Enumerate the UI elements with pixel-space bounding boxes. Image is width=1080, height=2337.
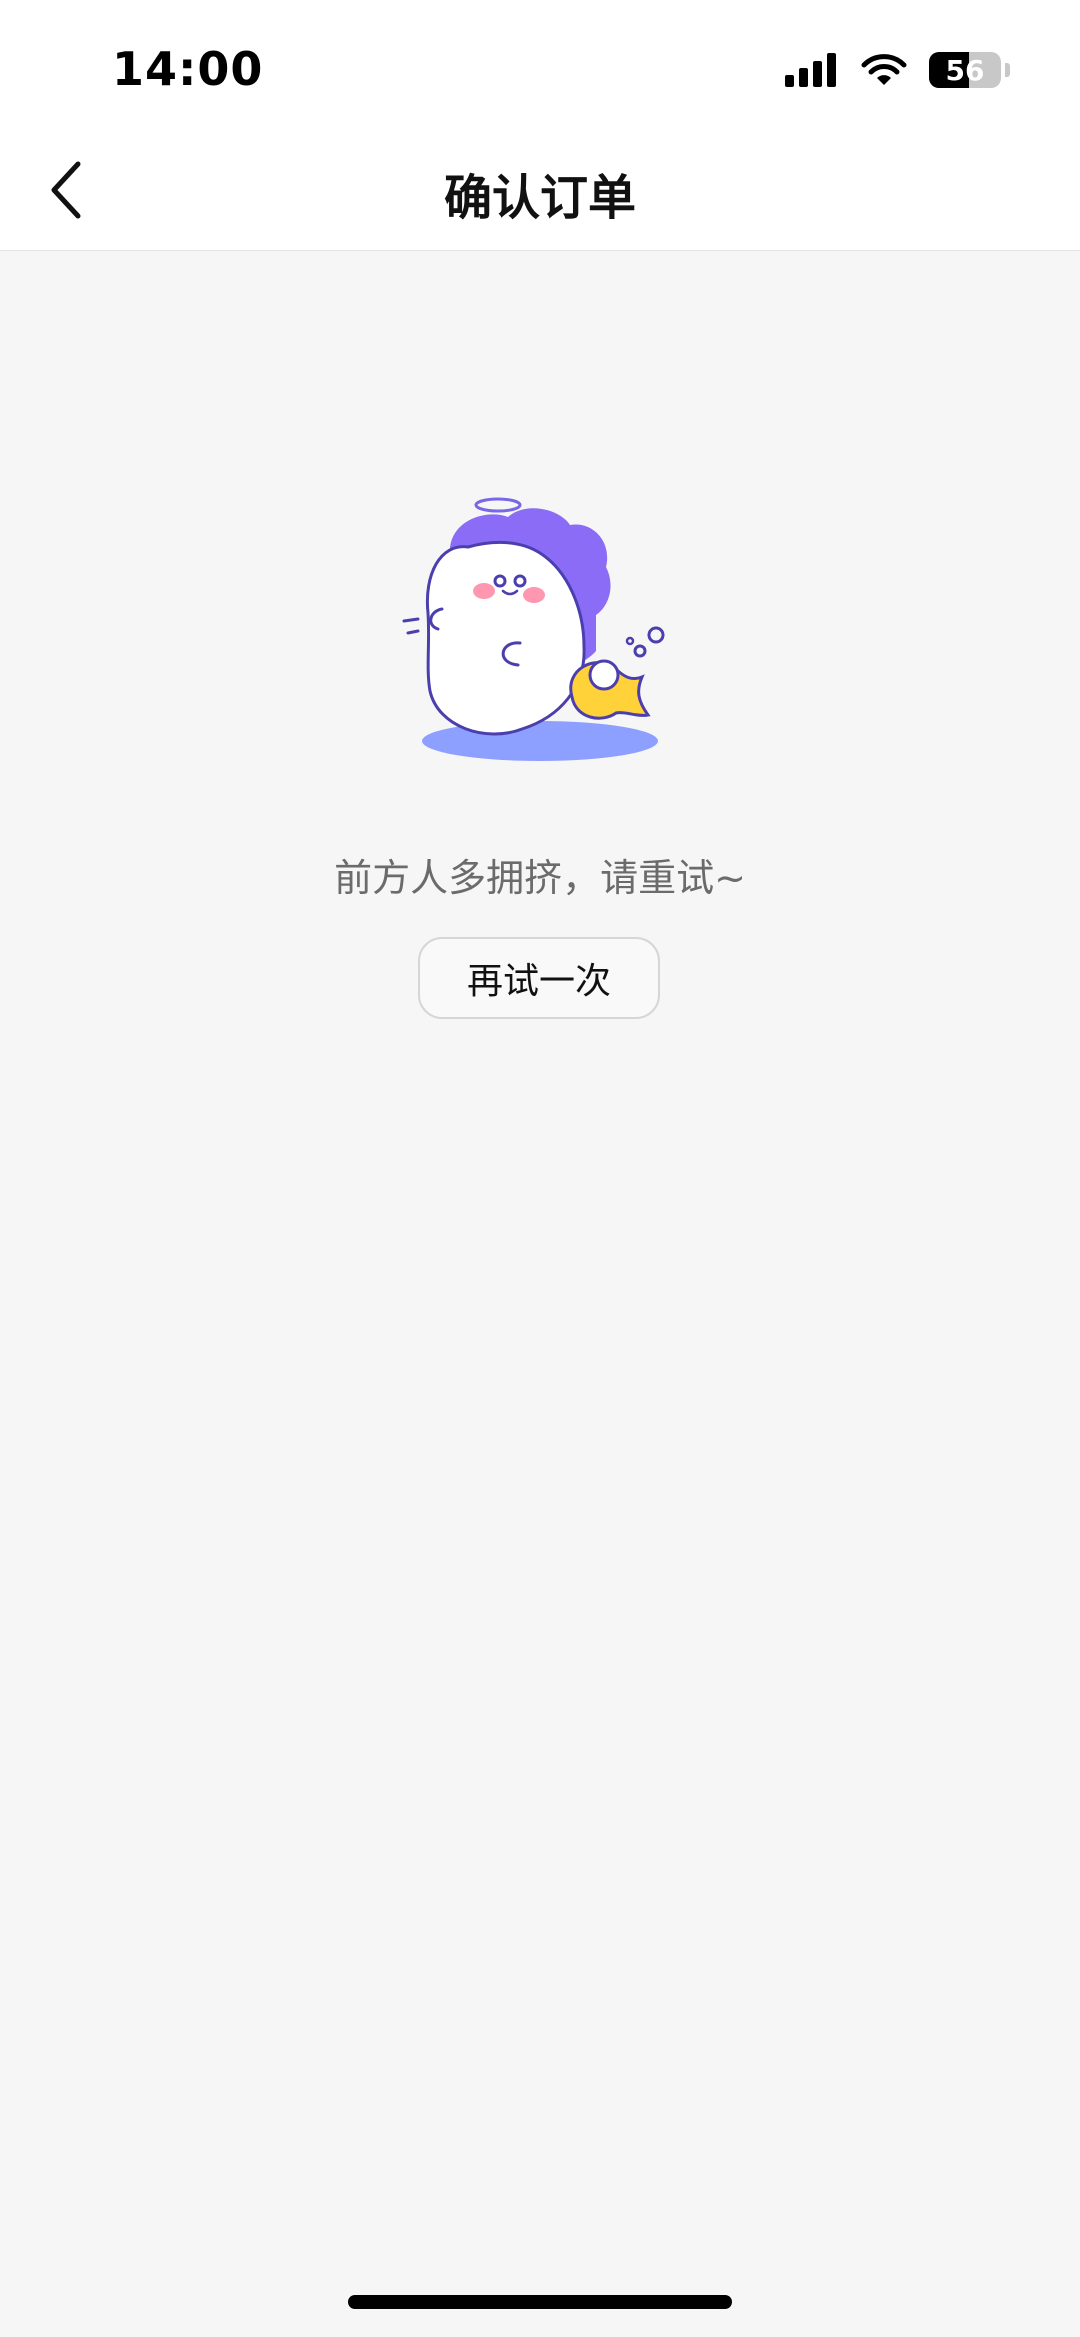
home-indicator[interactable] bbox=[348, 2295, 732, 2309]
signal-icon bbox=[785, 53, 836, 87]
status-bar: 14:00 56 bbox=[0, 0, 1080, 132]
status-icons: 56 bbox=[785, 52, 1010, 88]
wifi-icon bbox=[861, 54, 907, 85]
battery-level: 56 bbox=[945, 53, 985, 87]
battery-cap bbox=[1005, 63, 1010, 77]
retry-button[interactable]: 再试一次 bbox=[418, 937, 660, 1019]
battery-icon: 56 bbox=[929, 52, 1001, 88]
status-time: 14:00 bbox=[112, 42, 264, 96]
nav-bar: 确认订单 bbox=[0, 132, 1080, 251]
error-message: 前方人多拥挤，请重试~ bbox=[334, 856, 746, 900]
mascot-illustration bbox=[402, 497, 665, 761]
page-title: 确认订单 bbox=[443, 170, 636, 226]
